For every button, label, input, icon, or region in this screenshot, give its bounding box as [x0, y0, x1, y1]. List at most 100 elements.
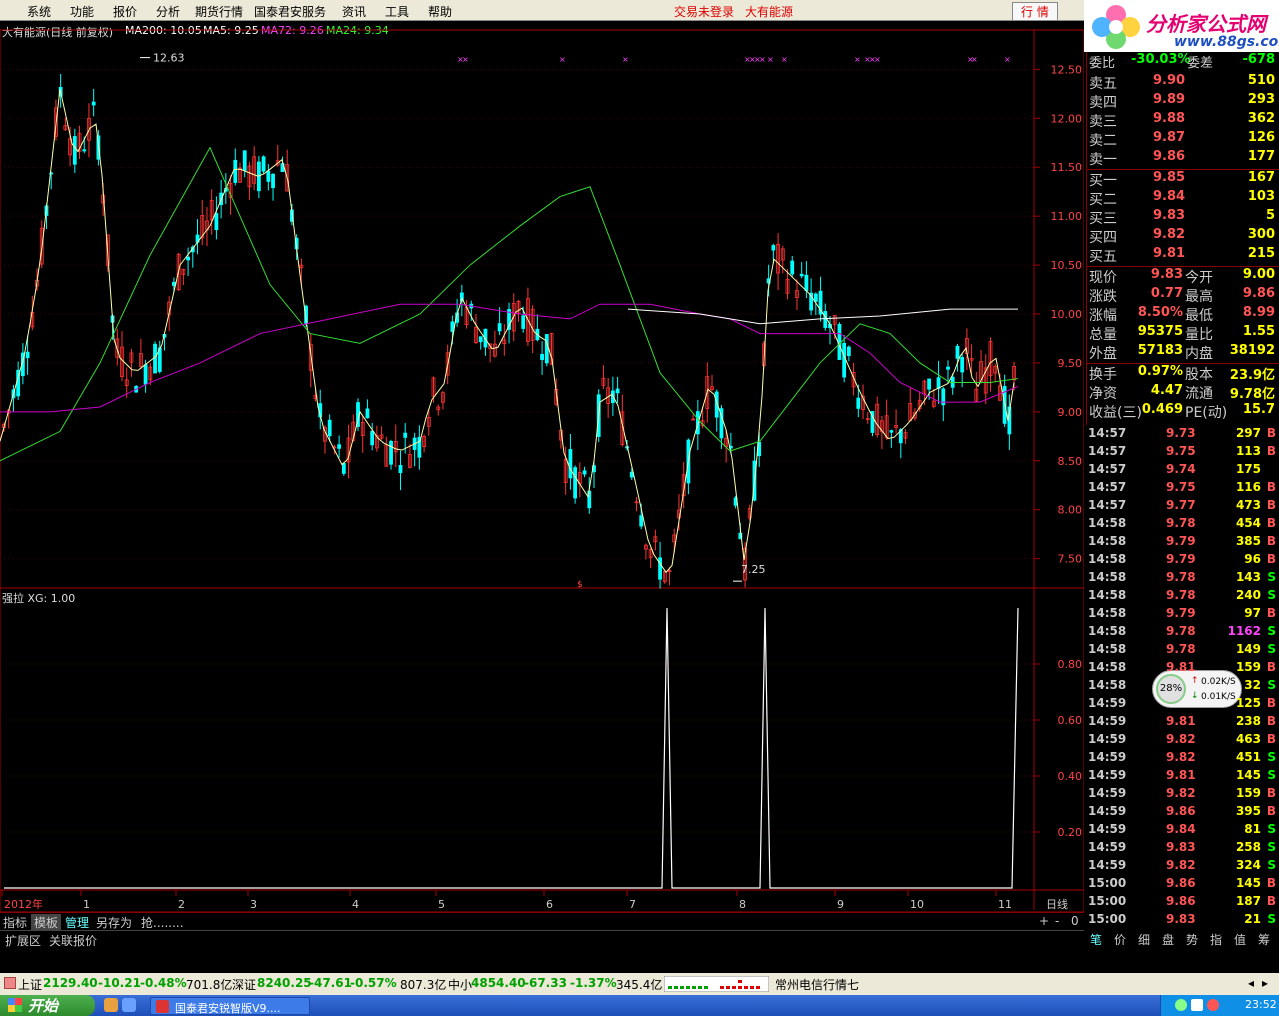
tick-row: 14:59 9.84 81 S [1086, 822, 1279, 840]
menu-gtja-service[interactable]: 国泰君安服务 [254, 3, 326, 20]
tick-price: 9.82 [1166, 858, 1196, 872]
tab-related-quote[interactable]: 关联报价 [46, 932, 100, 949]
scroll-right-icon[interactable]: ▸ [1262, 976, 1268, 990]
stat-value: 0.77 [1150, 286, 1183, 301]
quote-button[interactable]: 行 情 [1012, 2, 1058, 21]
date-label: 8 [739, 898, 746, 911]
tick-time: 14:58 [1088, 552, 1127, 566]
menu-quote[interactable]: 报价 [113, 3, 137, 20]
ask-price: 9.88 [1153, 111, 1186, 126]
menu-help[interactable]: 帮助 [428, 3, 452, 20]
menu-analysis[interactable]: 分析 [156, 3, 180, 20]
tick-time: 14:59 [1088, 822, 1127, 836]
tick-direction: B [1266, 480, 1276, 494]
candle-body [771, 245, 776, 251]
menu-system[interactable]: 系统 [27, 3, 51, 20]
menu-news[interactable]: 资讯 [342, 3, 366, 20]
menu-function[interactable]: 功能 [70, 3, 94, 20]
candle-body [960, 357, 965, 373]
tick-price: 9.75 [1166, 444, 1196, 458]
signal-mark: × [971, 55, 978, 64]
signal-mark: × [462, 55, 469, 64]
candle-body [799, 273, 804, 277]
tick-direction: B [1266, 426, 1276, 440]
close-panel-button[interactable]: 0 [1068, 914, 1082, 928]
tick-volume: 395 [1235, 804, 1261, 818]
stat-label: 流通 [1185, 386, 1213, 402]
right-tab-2[interactable]: 细 [1138, 931, 1150, 948]
tick-list[interactable]: 14:57 9.73 297 B 14:57 9.75 113 B 14:57 9.74 175 14… [1086, 424, 1279, 929]
menu-futures[interactable]: 期货行情 [195, 3, 243, 20]
right-tab-0[interactable]: 笔 [1090, 931, 1102, 948]
quicklaunch-ie-icon[interactable] [122, 998, 136, 1012]
tab-indicator[interactable]: 指标 [0, 914, 30, 931]
price-frame [0, 29, 1084, 589]
tick-volume: 187 [1235, 894, 1261, 908]
tab-save-as[interactable]: 另存为 [93, 914, 135, 931]
sz-change: -47.61 [309, 976, 352, 990]
stat-label: 涨幅 [1089, 308, 1117, 324]
tab-template[interactable]: 模板 [31, 914, 62, 931]
tick-time: 14:58 [1088, 570, 1127, 584]
ask-label: 卖三 [1089, 114, 1117, 130]
tick-row: 14:59 9.82 463 B [1086, 732, 1279, 750]
speaker-icon[interactable] [1191, 999, 1203, 1011]
right-tab-6[interactable]: 值 [1234, 931, 1246, 948]
stat-label: 外盘 [1089, 346, 1117, 362]
right-tab-3[interactable]: 盘 [1162, 931, 1174, 948]
candle-body [365, 408, 370, 419]
zx-label: 中小 [448, 978, 473, 992]
tab-manage[interactable]: 管理 [62, 914, 92, 931]
bid-volume: 103 [1247, 189, 1275, 204]
taskbar-item-app[interactable]: 国泰君安锐智版V9.... [150, 997, 310, 1015]
candle-body [521, 315, 526, 329]
start-button[interactable]: 开始 [0, 995, 95, 1016]
login-status[interactable]: 交易未登录 [674, 3, 734, 20]
tick-time: 14:59 [1088, 840, 1127, 854]
candle-body [936, 377, 941, 389]
right-tab-4[interactable]: 势 [1186, 931, 1198, 948]
security-icon[interactable] [1207, 999, 1219, 1011]
stat-value: 0.469 [1141, 402, 1183, 417]
tick-volume: 454 [1235, 516, 1261, 530]
tick-time: 15:00 [1088, 876, 1127, 890]
menu-tools[interactable]: 工具 [385, 3, 409, 20]
clock: 23:52 [1245, 998, 1277, 1011]
ask-volume: 362 [1247, 111, 1275, 126]
candle-body [955, 345, 960, 359]
tick-time: 14:58 [1088, 516, 1127, 530]
tab-extension[interactable]: 扩展区 [2, 932, 44, 949]
right-tab-5[interactable]: 指 [1210, 931, 1222, 948]
stat-value: 8.50% [1137, 305, 1183, 320]
zoom-in-button[interactable]: + [1036, 914, 1052, 928]
scroll-left-icon[interactable]: ◂ [1248, 976, 1254, 990]
tick-price: 9.84 [1166, 822, 1196, 836]
ask-volume: 510 [1247, 73, 1275, 88]
kline-chart[interactable]: 12.50 12.00 11.50 11.00 10.50 10.00 9.50 9.00 8.… [0, 22, 1084, 912]
tick-row: 14:59 9.81 145 S [1086, 768, 1279, 786]
network-icon[interactable] [1175, 999, 1187, 1011]
tick-direction: S [1267, 588, 1276, 602]
candle-body [261, 156, 266, 172]
tick-direction: S [1267, 624, 1276, 638]
bid-volume: 167 [1247, 170, 1275, 185]
tick-row: 14:58 9.78 149 S [1086, 642, 1279, 660]
right-tab-1[interactable]: 价 [1114, 931, 1126, 948]
tick-row: 14:58 9.79 385 B [1086, 534, 1279, 552]
quicklaunch-icon[interactable] [104, 998, 118, 1012]
candle-body [398, 465, 403, 474]
indicator-line [4, 607, 1019, 889]
candle-body [927, 378, 932, 390]
right-tab-7[interactable]: 筹 [1258, 931, 1270, 948]
tick-direction: S [1267, 570, 1276, 584]
tick-row: 14:57 9.73 297 B [1086, 426, 1279, 444]
tick-time: 15:00 [1088, 894, 1127, 908]
zoom-out-button[interactable]: - [1052, 914, 1062, 928]
candle-body [72, 136, 77, 165]
server-name[interactable]: 常州电信行情七 [775, 976, 859, 993]
tick-volume: 81 [1244, 822, 1261, 836]
tick-time: 14:57 [1088, 444, 1127, 458]
stat-label: 今开 [1185, 270, 1213, 286]
tab-more[interactable]: 抢........ [138, 914, 187, 931]
market-icon [4, 977, 16, 989]
